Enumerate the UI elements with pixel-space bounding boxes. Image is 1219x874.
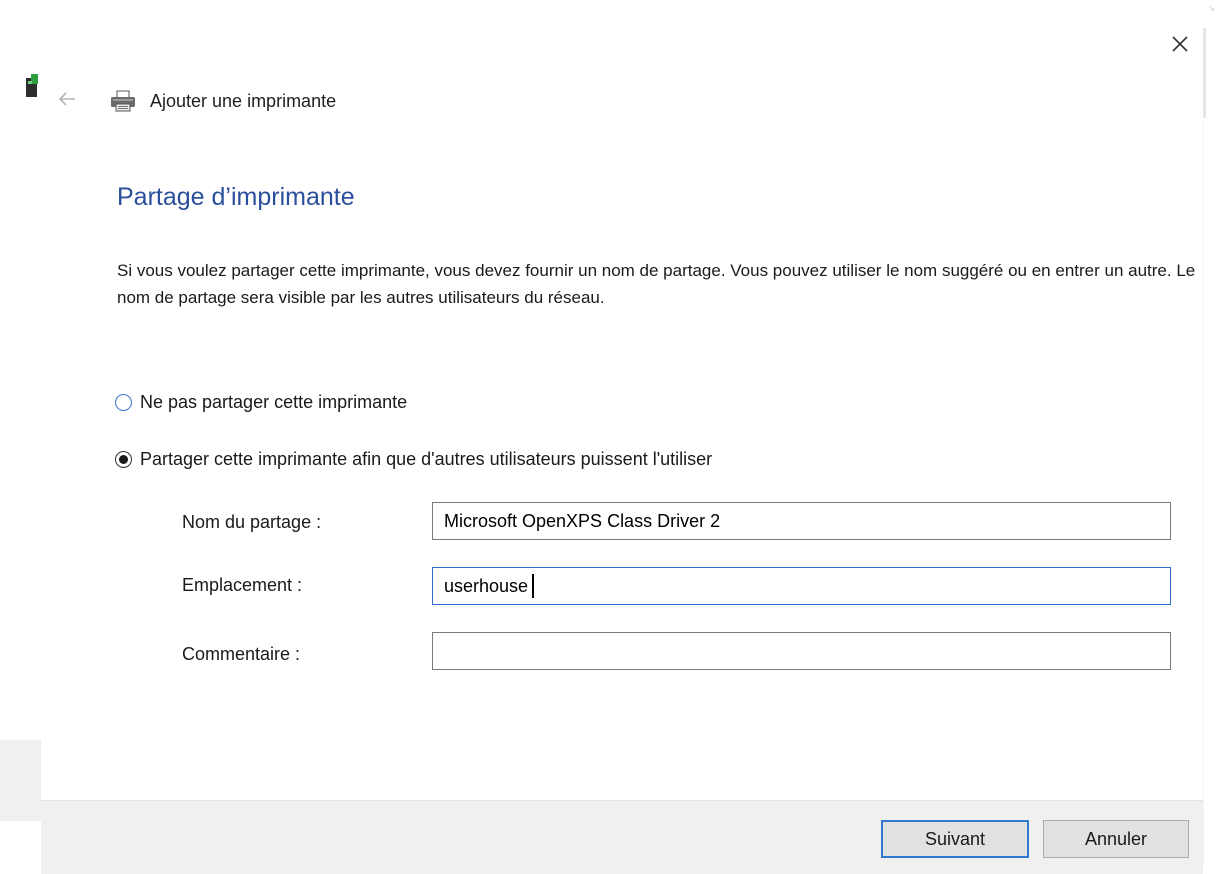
radio-button-selected[interactable]	[115, 450, 132, 468]
background-window-edge	[0, 740, 41, 821]
back-button[interactable]	[55, 89, 79, 109]
location-value: userhouse	[444, 575, 529, 596]
share-name-value: Microsoft OpenXPS Class Driver 2	[444, 510, 721, 531]
location-label: Emplacement :	[182, 575, 303, 595]
radio-label-share: Partager cette imprimante afin que d'aut…	[140, 448, 713, 469]
radio-label-no-share: Ne pas partager cette imprimante	[140, 391, 408, 412]
radio-button-unselected[interactable]	[115, 393, 132, 411]
right-edge-bar	[1203, 28, 1206, 118]
window-title: Ajouter une imprimante	[150, 91, 337, 111]
radio-option-no-share[interactable]: Ne pas partager cette imprimante	[115, 389, 407, 415]
next-button[interactable]: Suivant	[881, 820, 1029, 858]
page-description: Si vous voulez partager cette imprimante…	[117, 261, 1196, 307]
printer-icon	[109, 89, 137, 113]
corner-mark: ␍	[1208, 4, 1216, 14]
right-edge-line	[1203, 120, 1204, 865]
comment-field[interactable]	[432, 632, 1171, 670]
page-title: Partage d’imprimante	[117, 183, 355, 211]
close-icon	[1172, 36, 1188, 52]
share-name-field[interactable]: Microsoft OpenXPS Class Driver 2	[432, 502, 1171, 540]
radio-option-share[interactable]: Partager cette imprimante afin que d'aut…	[115, 446, 712, 472]
text-caret	[532, 574, 534, 598]
cancel-button[interactable]: Annuler	[1043, 820, 1189, 858]
comment-label: Commentaire :	[182, 644, 301, 664]
share-name-label: Nom du partage :	[182, 512, 322, 532]
location-field[interactable]: userhouse	[432, 567, 1171, 605]
back-arrow-icon	[58, 92, 75, 106]
app-icon	[25, 73, 39, 99]
close-button[interactable]	[1166, 30, 1194, 58]
